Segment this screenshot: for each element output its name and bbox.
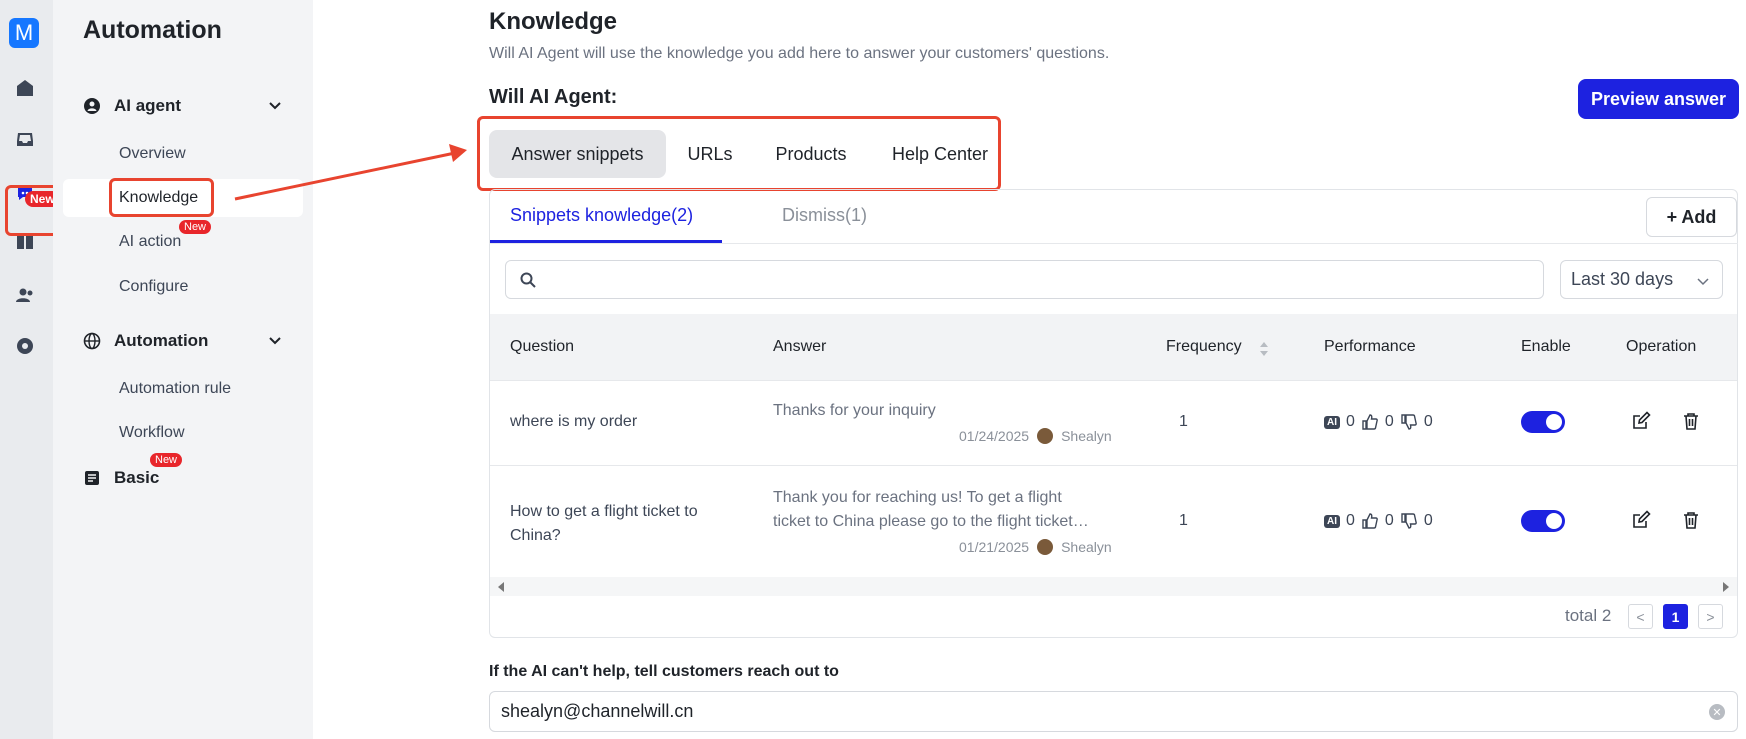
thumbs-down-icon bbox=[1401, 414, 1417, 430]
icon-rail: M New bbox=[0, 0, 64, 739]
down-count: 0 bbox=[1423, 512, 1433, 529]
page-description: Will AI Agent will use the knowledge you… bbox=[489, 45, 1110, 62]
document-icon bbox=[83, 469, 101, 487]
row-divider bbox=[490, 380, 1737, 381]
sidebar-item-workflow[interactable]: Workflow bbox=[119, 424, 185, 442]
pager-prev-button[interactable]: < bbox=[1628, 604, 1653, 629]
chevron-down-icon bbox=[1697, 278, 1709, 286]
pager-page-1[interactable]: 1 bbox=[1663, 604, 1688, 629]
row-question: How to get a flight ticket to China? bbox=[510, 500, 698, 548]
pager-next-button[interactable]: > bbox=[1698, 604, 1723, 629]
row-question: where is my order bbox=[510, 413, 638, 430]
column-answer: Answer bbox=[773, 338, 827, 355]
row-date: 01/21/2025 bbox=[959, 539, 1030, 555]
sidebar-group-automation[interactable]: Automation bbox=[83, 331, 281, 351]
chevron-down-icon bbox=[269, 337, 281, 345]
enable-toggle[interactable] bbox=[1521, 411, 1565, 433]
search-input[interactable] bbox=[505, 260, 1544, 299]
sidebar-item-ai-action[interactable]: AI action bbox=[119, 233, 181, 251]
add-button[interactable]: + Add bbox=[1646, 197, 1737, 237]
user-circle-icon bbox=[83, 97, 101, 115]
clear-icon[interactable]: ✕ bbox=[1709, 704, 1725, 720]
new-badge: New bbox=[179, 220, 212, 234]
row-author: Shealyn bbox=[1061, 539, 1112, 555]
active-tab-indicator bbox=[490, 240, 722, 243]
sidebar-item-automation-rule[interactable]: Automation rule bbox=[119, 380, 231, 398]
globe-icon bbox=[83, 332, 101, 350]
ai-icon: AI bbox=[1324, 514, 1340, 528]
date-range-value: Last 30 days bbox=[1571, 269, 1674, 289]
home-icon[interactable] bbox=[14, 77, 36, 99]
down-count: 0 bbox=[1423, 413, 1433, 430]
column-frequency[interactable]: Frequency bbox=[1166, 338, 1242, 356]
tabs-divider bbox=[489, 243, 1738, 244]
pager-total: total 2 bbox=[1565, 606, 1612, 625]
row-date: 01/24/2025 bbox=[959, 428, 1030, 444]
ai-count: 0 bbox=[1346, 512, 1355, 529]
row-question-line: China? bbox=[510, 527, 561, 544]
horizontal-scrollbar[interactable] bbox=[490, 577, 1737, 596]
ai-icon: AI bbox=[1324, 415, 1340, 429]
agent-label: Will AI Agent: bbox=[489, 86, 618, 108]
preview-answer-button[interactable]: Preview answer bbox=[1578, 79, 1739, 119]
column-question: Question bbox=[510, 338, 575, 355]
new-badge: New bbox=[150, 453, 183, 467]
chevron-down-icon bbox=[269, 102, 281, 110]
column-enable: Enable bbox=[1521, 338, 1571, 355]
thumbs-up-icon bbox=[1362, 513, 1378, 529]
tab-dismiss[interactable]: Dismiss(1) bbox=[782, 205, 867, 226]
group-label: Basic bbox=[114, 468, 160, 487]
date-range-select[interactable]: Last 30 days bbox=[1560, 260, 1723, 299]
edit-icon[interactable] bbox=[1631, 411, 1651, 431]
sidebar-title: Automation bbox=[83, 16, 222, 44]
row-meta: 01/21/2025 Shealyn bbox=[959, 539, 1112, 555]
row-performance: AI 0 0 0 bbox=[1324, 512, 1433, 530]
analytics-icon[interactable] bbox=[14, 335, 36, 357]
group-label: Automation bbox=[114, 331, 209, 350]
edit-icon[interactable] bbox=[1631, 510, 1651, 530]
book-icon[interactable] bbox=[14, 231, 36, 253]
avatar bbox=[1037, 539, 1054, 555]
app-logo[interactable]: M bbox=[9, 18, 39, 48]
thumbs-down-icon bbox=[1401, 513, 1417, 529]
inbox-icon[interactable] bbox=[14, 128, 36, 150]
row-frequency: 1 bbox=[1179, 413, 1188, 430]
thumbs-up-icon bbox=[1362, 414, 1378, 430]
row-meta: 01/24/2025 Shealyn bbox=[959, 428, 1112, 444]
avatar bbox=[1037, 428, 1054, 444]
column-operation: Operation bbox=[1626, 338, 1697, 355]
users-icon[interactable] bbox=[14, 284, 36, 306]
row-answer: Thanks for your inquiry bbox=[773, 402, 936, 419]
group-label: AI agent bbox=[114, 96, 182, 115]
enable-toggle[interactable] bbox=[1521, 510, 1565, 532]
sidebar-item-configure[interactable]: Configure bbox=[119, 278, 188, 296]
delete-icon[interactable] bbox=[1681, 411, 1701, 431]
search-icon bbox=[520, 272, 536, 288]
row-question-line: How to get a flight ticket to bbox=[510, 503, 698, 520]
row-divider bbox=[490, 465, 1737, 466]
up-count: 0 bbox=[1384, 413, 1394, 430]
delete-icon[interactable] bbox=[1681, 510, 1701, 530]
row-answer-line: ticket to China please go to the flight … bbox=[773, 513, 1089, 530]
fallback-email-value: shealyn@channelwill.cn bbox=[501, 701, 694, 721]
column-performance: Performance bbox=[1324, 338, 1416, 355]
row-answer: Thank you for reaching us! To get a flig… bbox=[773, 486, 1089, 534]
sidebar: Automation AI agent Overview Knowledge A… bbox=[53, 0, 313, 739]
tab-snippets-knowledge[interactable]: Snippets knowledge(2) bbox=[510, 205, 693, 226]
page-title: Knowledge bbox=[489, 8, 618, 35]
row-author: Shealyn bbox=[1061, 428, 1112, 444]
row-performance: AI 0 0 0 bbox=[1324, 413, 1433, 431]
sidebar-group-basic[interactable]: Basic bbox=[83, 468, 159, 488]
sort-icon[interactable] bbox=[1259, 340, 1269, 358]
sidebar-item-knowledge[interactable]: Knowledge bbox=[119, 189, 198, 207]
ai-count: 0 bbox=[1346, 413, 1355, 430]
sidebar-item-overview[interactable]: Overview bbox=[119, 145, 186, 163]
row-answer-line: Thank you for reaching us! To get a flig… bbox=[773, 489, 1062, 506]
up-count: 0 bbox=[1384, 512, 1394, 529]
fallback-label: If the AI can't help, tell customers rea… bbox=[489, 663, 839, 680]
segments-highlight bbox=[477, 116, 1001, 191]
row-frequency: 1 bbox=[1179, 512, 1188, 529]
sidebar-group-ai-agent[interactable]: AI agent bbox=[83, 96, 281, 116]
fallback-email-field[interactable]: shealyn@channelwill.cn ✕ bbox=[489, 691, 1738, 732]
